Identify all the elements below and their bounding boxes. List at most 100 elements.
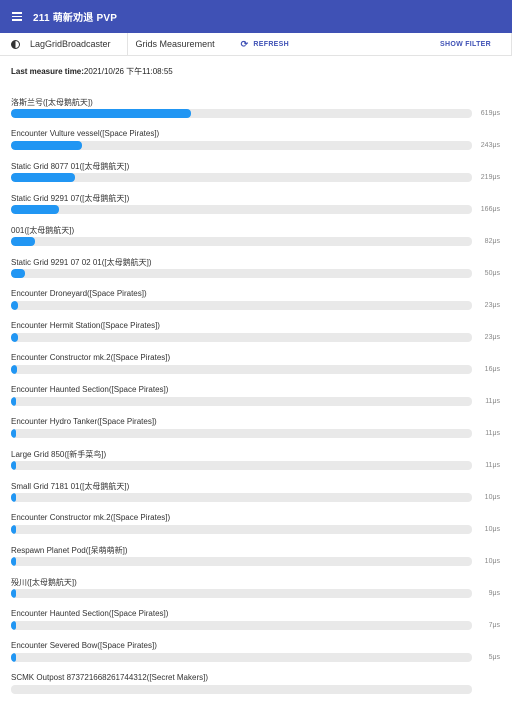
grid-name: Static Grid 9291 07([太母鹅航天]) [11,194,130,203]
progress-fill [11,109,191,118]
grid-time-value: 10μs [484,494,500,501]
grid-row: 001([太母鹅航天]) 82μs [0,222,512,254]
progress-track [11,333,472,342]
app-bar: 211 萌新劝退 PVP [0,0,512,33]
grid-row: Large Grid 850([新手菜鸟]) 11μs [0,446,512,478]
progress-fill [11,429,16,438]
grid-row: SCMK Outpost 873721668261744312([Secret … [0,670,512,702]
progress-fill [11,653,16,662]
progress-fill [11,557,16,566]
grid-name: Encounter Haunted Section([Space Pirates… [11,609,169,618]
grid-time-value: 619μs [480,110,500,117]
grid-time-value: 10μs [484,526,500,533]
measure-value: 2021/10/26 下午11:08:55 [83,67,173,76]
grid-row: Encounter Constructor mk.2([Space Pirate… [0,510,512,542]
progress-fill [11,493,16,502]
grid-row: 殁川([太母鹅航天]) 9μs [0,574,512,606]
progress-fill [11,237,35,246]
progress-fill [11,397,16,406]
grid-row: Encounter Haunted Section([Space Pirates… [0,606,512,638]
tab-grids-measurement[interactable]: Grids Measurement [136,39,215,49]
app-title: 211 萌新劝退 PVP [33,13,118,24]
grid-time-value: 166μs [480,206,500,213]
grid-time-value: 10μs [484,558,500,565]
grid-row: 洛斯兰号([太母鹅航天]) 619μs [0,94,512,126]
grid-name: 洛斯兰号([太母鹅航天]) [11,98,93,107]
grid-time-value: 219μs [480,174,500,181]
grid-name: Static Grid 9291 07 02 01([太母鹅航天]) [11,258,152,267]
grid-name: Respawn Planet Pod([呆萌萌新]) [11,546,128,555]
progress-fill [11,589,16,598]
grid-name: Encounter Hydro Tanker([Space Pirates]) [11,417,157,426]
show-filter-button[interactable]: SHOW FILTER [440,41,491,48]
progress-fill [11,301,18,310]
progress-track [11,493,472,502]
grid-time-value: 23μs [484,302,500,309]
grid-row: Encounter Hydro Tanker([Space Pirates]) 1… [0,414,512,446]
grid-name: 殁川([太母鹅航天]) [11,578,77,587]
progress-track [11,109,472,118]
grid-row: Static Grid 9291 07 02 01([太母鹅航天]) 50μs [0,254,512,286]
grid-time-value: 5μs [488,654,500,661]
progress-track [11,365,472,374]
toolbar: LagGridBroadcaster Grids Measurement ⟳ R… [0,33,512,56]
grid-name: Encounter Droneyard([Space Pirates]) [11,289,147,298]
progress-track [11,653,472,662]
grid-row: Encounter Severed Bow([Space Pirates]) 5μ… [0,638,512,670]
grid-name: Small Grid 7181 01([太母鹅航天]) [11,482,130,491]
progress-fill [11,205,60,214]
progress-track [11,557,472,566]
grid-time-value: 11μs [485,462,500,469]
grid-list: 洛斯兰号([太母鹅航天]) 619μs Encounter Vulture vess… [0,94,512,702]
grid-name: Encounter Constructor mk.2([Space Pirate… [11,353,171,362]
grid-time-value: 82μs [484,238,500,245]
measure-label: Last measure time: [11,67,84,76]
progress-track [11,205,472,214]
grid-row: Encounter Droneyard([Space Pirates]) 23μs [0,286,512,318]
grid-row: Encounter Hermit Station([Space Pirates]… [0,318,512,350]
progress-track [11,525,472,534]
refresh-button[interactable]: ⟳ REFRESH [241,39,289,50]
progress-track [11,141,472,150]
contrast-icon [11,39,20,49]
grid-time-value: 16μs [484,366,500,373]
grid-row: Small Grid 7181 01([太母鹅航天]) 10μs [0,478,512,510]
progress-fill [11,269,26,278]
progress-track [11,173,472,182]
progress-track [11,429,472,438]
grid-name: Encounter Haunted Section([Space Pirates… [11,385,169,394]
progress-fill [11,333,18,342]
progress-track [11,685,472,694]
grid-time-value: 7μs [488,622,500,629]
grid-time-value: 23μs [484,334,500,341]
grid-row: Encounter Haunted Section([Space Pirates… [0,382,512,414]
toolbar-divider [126,33,128,55]
progress-fill [11,141,82,150]
progress-track [11,237,472,246]
grid-row: Static Grid 9291 07([太母鹅航天]) 166μs [0,190,512,222]
grid-name: Static Grid 8077 01([太母鹅航天]) [11,162,130,171]
grid-time-value: 11μs [485,398,500,405]
grid-row: Respawn Planet Pod([呆萌萌新]) 10μs [0,542,512,574]
progress-fill [11,173,75,182]
grid-name: SCMK Outpost 873721668261744312([Secret … [11,673,209,682]
refresh-icon: ⟳ [240,38,249,49]
refresh-label: REFRESH [253,40,289,48]
grid-name: 001([太母鹅航天]) [11,226,75,235]
progress-track [11,589,472,598]
progress-track [11,301,472,310]
grid-name: Encounter Constructor mk.2([Space Pirate… [11,513,171,522]
grid-time-value: 243μs [480,142,500,149]
progress-track [11,621,472,630]
grid-name: Encounter Vulture vessel([Space Pirates]… [11,129,160,138]
grid-name: Encounter Hermit Station([Space Pirates]… [11,321,160,330]
grid-time-value: 50μs [484,270,500,277]
progress-fill [11,461,16,470]
progress-fill [11,365,17,374]
broadcaster-label[interactable]: LagGridBroadcaster [30,39,111,49]
grid-name: Encounter Severed Bow([Space Pirates]) [11,641,157,650]
progress-track [11,397,472,406]
progress-fill [11,621,16,630]
grid-time-value: 9μs [488,590,500,597]
menu-icon[interactable] [12,12,22,21]
